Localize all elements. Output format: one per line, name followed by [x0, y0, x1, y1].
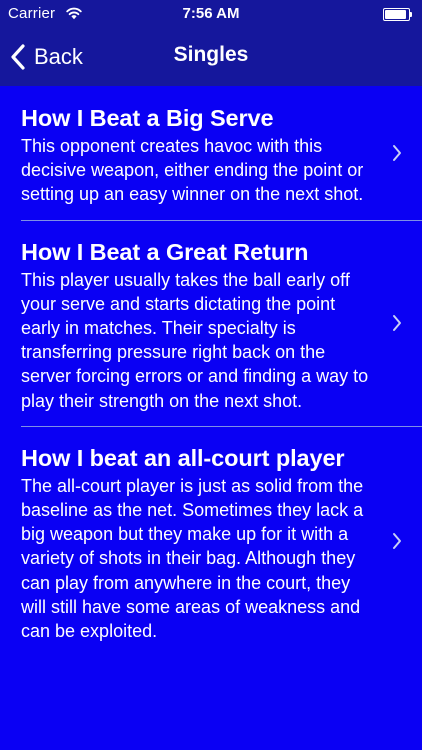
- list-item-description: This opponent creates havoc with this de…: [21, 136, 364, 205]
- disclosure-chevron-icon: [393, 314, 401, 331]
- status-bar: Carrier 7:56 AM: [0, 0, 422, 30]
- battery-icon: [383, 8, 414, 21]
- list-item-title: How I beat an all-court player: [21, 444, 345, 471]
- list-item-description: The all-court player is just as solid fr…: [21, 475, 364, 642]
- strategy-list: How I Beat a Big Serve This opponent cre…: [0, 86, 422, 656]
- status-time: 7:56 AM: [182, 5, 240, 22]
- list-item[interactable]: How I beat an all-court player The all-c…: [0, 425, 422, 656]
- disclosure-chevron-icon: [393, 144, 401, 161]
- list-item-description: This player usually takes the ball early…: [21, 269, 369, 411]
- navigation-bar: Back Singles: [0, 30, 422, 86]
- list-item[interactable]: How I Beat a Great Return This player us…: [0, 219, 422, 426]
- list-item-title: How I Beat a Big Serve: [21, 105, 274, 131]
- top-bar: Carrier 7:56 AM Back Singles: [0, 0, 422, 86]
- disclosure-chevron-icon: [393, 533, 401, 550]
- page-title: Singles: [173, 43, 249, 66]
- list-item[interactable]: How I Beat a Big Serve This opponent cre…: [0, 86, 422, 220]
- list-item-title: How I Beat a Great Return: [21, 238, 309, 265]
- screen: Carrier 7:56 AM Back Singles How I Beat …: [0, 0, 422, 750]
